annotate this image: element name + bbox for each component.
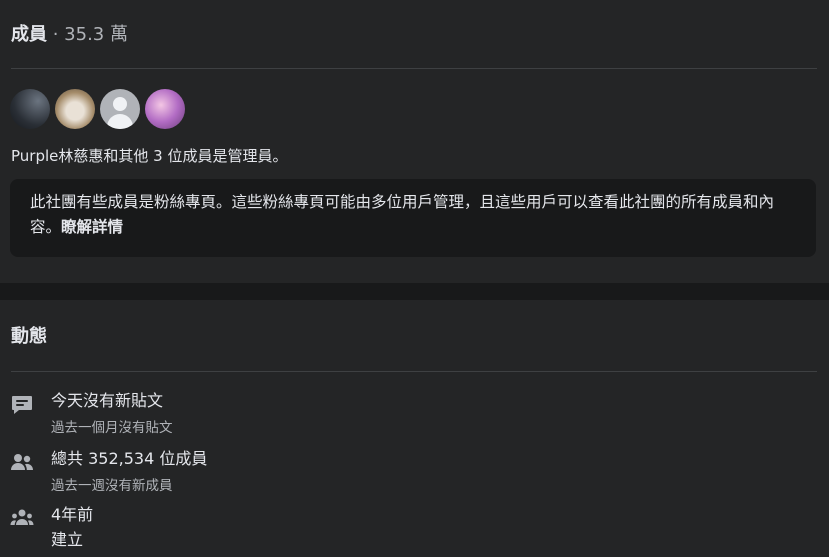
notice-text: 此社團有些成員是粉絲專頁。這些粉絲專頁可能由多位用戶管理，且這些用戶可以查看此社… (30, 193, 775, 236)
activity-title: 動態 (11, 326, 47, 347)
avatar[interactable] (10, 89, 50, 129)
divider (11, 371, 817, 372)
divider (11, 68, 817, 69)
avatar[interactable] (55, 89, 95, 129)
default-avatar-head (113, 97, 127, 111)
admins-text[interactable]: Purple林慈惠和其他 3 位成員是管理員。 (11, 145, 287, 166)
activity-primary: 總共 352,534 位成員 (51, 449, 208, 468)
activity-secondary: 建立 (51, 530, 84, 549)
members-card: 成員 · 35.3 萬 Purple林慈惠和其他 3 位成員是管理員。 此社團有… (0, 0, 829, 283)
activity-secondary: 過去一個月沒有貼文 (51, 420, 173, 436)
members-title: 成員 (11, 24, 47, 45)
default-avatar-body (107, 114, 133, 129)
chat-bubble-icon (12, 396, 32, 414)
activity-primary: 今天沒有新貼文 (51, 391, 164, 410)
activity-card: 動態 今天沒有新貼文 過去一個月沒有貼文 總共 352,534 位成員 過去一週… (0, 300, 829, 557)
avatar[interactable] (145, 89, 185, 129)
group-icon (10, 509, 34, 525)
activity-secondary: 過去一週沒有新成員 (51, 478, 173, 494)
fan-page-notice: 此社團有些成員是粉絲專頁。這些粉絲專頁可能由多位用戶管理，且這些用戶可以查看此社… (10, 179, 816, 257)
members-count: · 35.3 萬 (47, 24, 128, 45)
activity-primary: 4年前 (51, 505, 94, 524)
avatar[interactable] (100, 89, 140, 129)
learn-more-link[interactable]: 瞭解詳情 (61, 218, 123, 236)
members-heading[interactable]: 成員 · 35.3 萬 (11, 20, 128, 46)
members-icon (11, 454, 33, 470)
admin-avatars (10, 89, 190, 129)
